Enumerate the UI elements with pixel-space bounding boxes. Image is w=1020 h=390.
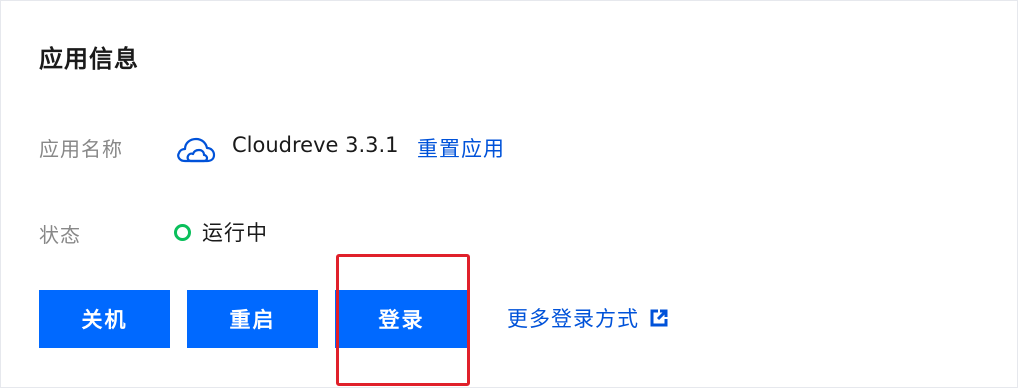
status-indicator-icon	[174, 224, 191, 241]
section-title: 应用信息	[39, 45, 139, 73]
external-link-icon	[650, 309, 668, 327]
status-value: 运行中	[202, 221, 268, 245]
more-login-options-label: 更多登录方式	[507, 307, 639, 331]
app-info-card: 应用信息 应用名称 Cloudreve 3.3.1 重置应用 状态 运行中 关机…	[0, 0, 1018, 388]
cloud-icon	[177, 137, 216, 163]
reset-app-link[interactable]: 重置应用	[417, 133, 505, 163]
app-name-label: 应用名称	[39, 137, 123, 161]
shutdown-button[interactable]: 关机	[39, 290, 170, 348]
more-login-options-link[interactable]: 更多登录方式	[507, 303, 669, 333]
login-button[interactable]: 登录	[335, 290, 468, 348]
restart-button[interactable]: 重启	[187, 290, 318, 348]
app-name-value: Cloudreve 3.3.1	[232, 133, 399, 157]
status-label: 状态	[39, 223, 81, 247]
